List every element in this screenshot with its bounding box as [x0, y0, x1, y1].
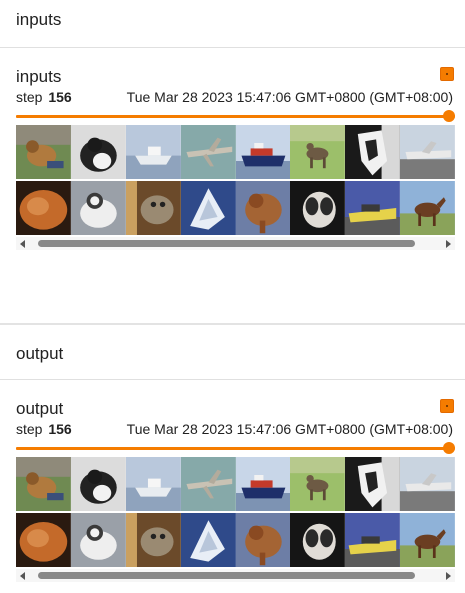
step-label: step — [16, 89, 43, 105]
arrow-right-icon[interactable] — [446, 240, 451, 248]
section-title: output — [16, 344, 64, 363]
card-title: inputs — [16, 67, 62, 86]
image-tile — [290, 125, 346, 179]
image-tile — [125, 125, 181, 179]
image-tile — [235, 181, 291, 235]
image-tile — [235, 513, 291, 567]
slider-thumb[interactable] — [443, 110, 455, 122]
image-thumbnail — [345, 513, 401, 567]
image-thumbnail — [290, 457, 346, 511]
image-tile — [16, 457, 71, 511]
arrow-left-icon[interactable] — [20, 572, 25, 580]
image-thumbnail — [290, 125, 346, 179]
image-tile — [400, 181, 455, 235]
image-thumbnail — [345, 125, 401, 179]
image-thumbnail — [290, 513, 346, 567]
image-tile — [16, 513, 71, 567]
image-thumbnail — [70, 457, 126, 511]
image-tile — [290, 513, 346, 567]
image-thumbnail — [345, 181, 401, 235]
image-tile — [345, 125, 401, 179]
image-tile — [70, 513, 126, 567]
image-tile — [16, 181, 71, 235]
image-thumbnail — [400, 457, 455, 511]
image-thumbnail — [235, 181, 291, 235]
slider-track — [16, 447, 455, 450]
section-title: inputs — [16, 10, 62, 29]
image-thumbnail — [180, 181, 236, 235]
step-value: 156 — [48, 421, 72, 437]
section-header-inputs: inputs — [0, 0, 465, 48]
section-header-output: output — [0, 323, 465, 380]
image-tile — [16, 125, 71, 179]
image-tile — [400, 457, 455, 511]
image-tile — [125, 181, 181, 235]
image-tile — [180, 457, 236, 511]
image-thumbnail — [70, 181, 126, 235]
image-tile — [345, 457, 401, 511]
step-slider[interactable] — [16, 110, 455, 122]
image-thumbnail — [235, 457, 291, 511]
image-thumbnail — [16, 457, 71, 511]
image-grid — [16, 125, 455, 235]
image-tile — [400, 513, 455, 567]
image-tile — [70, 125, 126, 179]
image-tile — [180, 181, 236, 235]
scrollbar-thumb[interactable] — [38, 240, 415, 247]
arrow-left-icon[interactable] — [20, 240, 25, 248]
image-tile — [235, 457, 291, 511]
image-thumbnail — [125, 125, 181, 179]
scrollbar-thumb[interactable] — [38, 572, 415, 579]
image-tile — [125, 513, 181, 567]
step-value: 156 — [48, 89, 72, 105]
image-tile — [70, 457, 126, 511]
image-grid — [16, 457, 455, 567]
step-row: step 156 Tue Mar 28 2023 15:47:06 GMT+08… — [16, 420, 455, 438]
image-tile — [290, 457, 346, 511]
image-thumbnail — [125, 513, 181, 567]
timestamp: Tue Mar 28 2023 15:47:06 GMT+0800 (GMT+0… — [126, 421, 453, 437]
image-thumbnail — [400, 181, 455, 235]
image-tile — [345, 181, 401, 235]
image-thumbnail — [16, 125, 71, 179]
slider-thumb[interactable] — [443, 442, 455, 454]
image-thumbnail — [180, 513, 236, 567]
image-thumbnail — [180, 457, 236, 511]
card-title: output — [16, 399, 64, 418]
slider-track — [16, 115, 455, 118]
step-row: step 156 Tue Mar 28 2023 15:47:06 GMT+08… — [16, 88, 455, 106]
image-tile — [125, 457, 181, 511]
image-thumbnail — [235, 125, 291, 179]
image-thumbnail — [400, 513, 455, 567]
image-thumbnail — [70, 125, 126, 179]
image-tile — [235, 125, 291, 179]
arrow-right-icon[interactable] — [446, 572, 451, 580]
image-tile — [345, 513, 401, 567]
horizontal-scrollbar[interactable] — [16, 237, 455, 250]
image-tile — [290, 181, 346, 235]
pin-icon[interactable] — [440, 67, 454, 81]
image-tile — [180, 513, 236, 567]
step-slider[interactable] — [16, 442, 455, 454]
image-tile — [70, 181, 126, 235]
image-tile — [400, 125, 455, 179]
image-thumbnail — [180, 125, 236, 179]
image-thumbnail — [235, 513, 291, 567]
horizontal-scrollbar[interactable] — [16, 569, 455, 582]
image-thumbnail — [400, 125, 455, 179]
image-tile — [180, 125, 236, 179]
image-thumbnail — [16, 513, 71, 567]
step-label: step — [16, 421, 43, 437]
image-thumbnail — [290, 181, 346, 235]
image-thumbnail — [70, 513, 126, 567]
image-thumbnail — [345, 457, 401, 511]
image-thumbnail — [125, 457, 181, 511]
pin-icon[interactable] — [440, 399, 454, 413]
timestamp: Tue Mar 28 2023 15:47:06 GMT+0800 (GMT+0… — [126, 89, 453, 105]
image-thumbnail — [125, 181, 181, 235]
image-thumbnail — [16, 181, 71, 235]
